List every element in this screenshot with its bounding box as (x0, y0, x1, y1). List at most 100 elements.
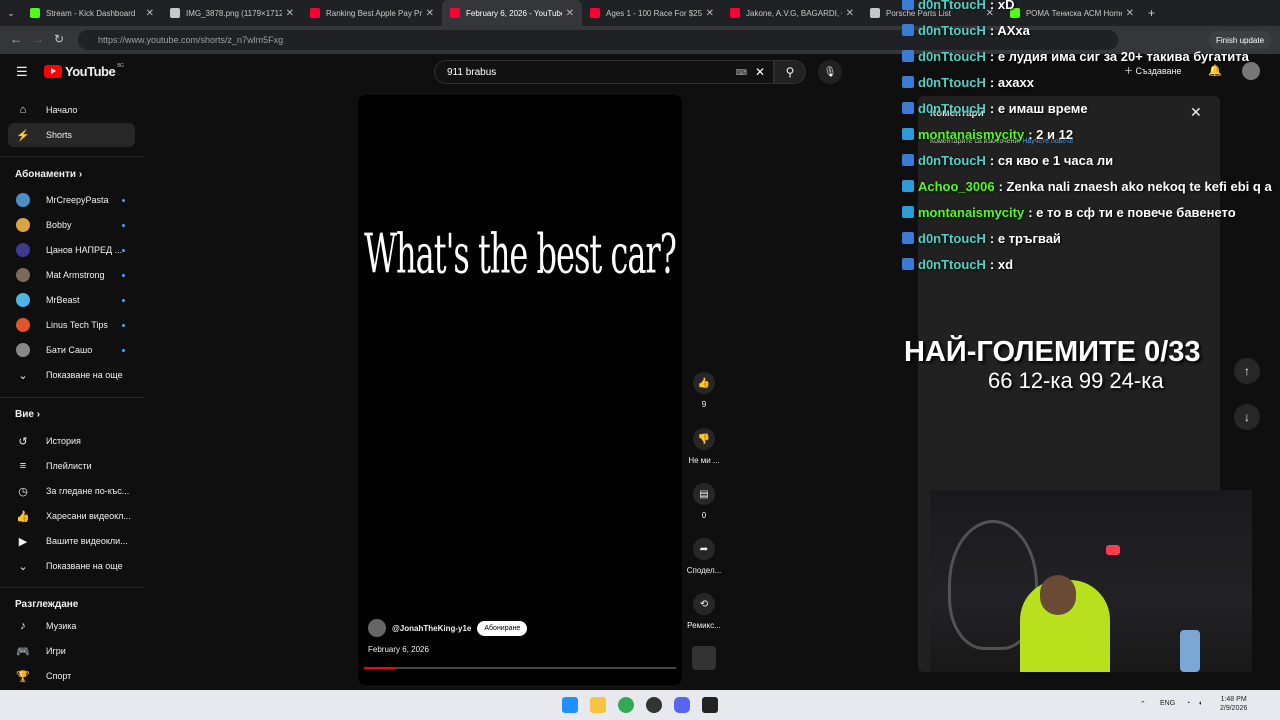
sidebar-item-subscription[interactable]: Bobby (8, 213, 135, 237)
terminal-icon[interactable] (702, 697, 718, 713)
comments-button[interactable]: ▤ 0 (684, 483, 724, 520)
remix-button[interactable]: ⟲ Ремикс... (684, 593, 724, 630)
show-more-you[interactable]: ⌄ Показване на още (8, 554, 135, 578)
channel-avatar (16, 318, 30, 332)
thumbs-down-icon: 👎 (693, 428, 715, 450)
chat-username: Achoo_3006 (918, 178, 995, 194)
subscriptions-header[interactable]: Абонаменти › (15, 169, 82, 180)
close-tab-icon[interactable]: ✕ (846, 8, 854, 19)
sidebar-item-you[interactable]: ◷ За гледане по-къс... (8, 479, 135, 503)
music-icon: ♪ (20, 620, 26, 632)
chat-message: montanaismycity: 2 и 12 (902, 122, 1073, 146)
youtube-logo[interactable]: YouTube BG (44, 63, 124, 79)
language-indicator[interactable]: ENG (1160, 700, 1175, 707)
sidebar-item-you[interactable]: ▶ Вашите видеокли... (8, 529, 135, 553)
windows-taskbar (0, 690, 1280, 720)
search-input[interactable]: 911 brabus ⌨ ✕ (434, 60, 774, 84)
close-tab-icon[interactable]: ✕ (426, 8, 434, 19)
browser-tab[interactable]: Stream - Kick Dashboard ✕ (22, 0, 162, 26)
browser-tab[interactable]: February 6, 2026 - YouTube ✕ (442, 0, 582, 26)
sidebar-item-subscription[interactable]: MrBeast (8, 288, 135, 312)
sidebar-item-shorts[interactable]: ⚡ Shorts (8, 123, 135, 147)
short-video-player[interactable]: What's the best car? @JonahTheKing-y1e А… (358, 95, 682, 685)
sidebar-item-subscription[interactable]: MrCreepyPasta (8, 188, 135, 212)
chat-text: : xd (989, 256, 1014, 272)
show-more-subscriptions[interactable]: ⌄ Показване на още (8, 363, 135, 387)
close-tab-icon[interactable]: ✕ (146, 8, 154, 19)
remix-label: Ремикс... (687, 621, 721, 630)
sidebar-label: История (46, 436, 81, 446)
sidebar-item-subscription[interactable]: Linus Tech Tips (8, 313, 135, 337)
chat-text: : ся кво е 1 часа ли (989, 152, 1114, 168)
file-explorer-icon[interactable] (590, 697, 606, 713)
browser-tab[interactable]: IMG_3878.png (1179×1712) ✕ (162, 0, 302, 26)
next-short-button[interactable]: ↓ (1234, 404, 1260, 430)
chat-message: Achoo_3006: Zenka nali znaesh ako nekoq … (902, 174, 1272, 198)
channel-name[interactable]: @JonahTheKing-y1e (392, 624, 471, 633)
voice-search-button[interactable]: 🎙 (818, 60, 842, 84)
back-icon[interactable]: ← (10, 32, 22, 46)
mic-icon: 🎙 (823, 66, 837, 78)
close-tab-icon[interactable]: ✕ (706, 8, 714, 19)
chevron-down-icon: ⌄ (18, 369, 28, 382)
sidebar-item-subscription[interactable]: Бати Сашо (8, 338, 135, 362)
sidebar-item-explore[interactable]: 🏆 Спорт (8, 664, 135, 688)
sidebar-item-you[interactable]: 👍 Харесани видеокл... (8, 504, 135, 528)
share-button[interactable]: ➦ Сподел... (684, 538, 724, 575)
tab-title: Stream - Kick Dashboard (46, 8, 136, 18)
you-header-label: Вие (15, 409, 34, 420)
youtube-play-icon (44, 65, 62, 78)
browser-tab[interactable]: Ages 1 - 100 Race For $250, ✕ (582, 0, 722, 26)
video-progress-bar[interactable] (364, 667, 676, 669)
you-header[interactable]: Вие › (15, 409, 40, 420)
forward-icon[interactable]: → (32, 32, 44, 46)
dislike-button[interactable]: 👎 Не ми ... (684, 428, 724, 465)
like-button[interactable]: 👍 9 (684, 372, 724, 409)
tab-search-icon[interactable]: ⌄ (0, 8, 22, 19)
chat-text: : Zenka nali znaesh ako nekoq te kefi eb… (998, 178, 1272, 194)
keyboard-icon[interactable]: ⌨ (735, 68, 747, 77)
sidebar-label: Shorts (46, 130, 73, 140)
chat-message-text: е то в сф ти е повече бавенето (1036, 204, 1236, 220)
close-tab-icon[interactable]: ✕ (286, 8, 294, 19)
clock[interactable]: 1:48 PM 2/9/2026 (1220, 695, 1247, 713)
sidebar-item-you[interactable]: ≡ Плейлисти (8, 454, 135, 478)
chat-message: d0nTtoucH: е лудия има сиг за 20+ такива… (902, 44, 1249, 68)
new-content-dot (122, 298, 125, 302)
sidebar-item-subscription[interactable]: Mat Armstrong (8, 263, 135, 287)
user-badge-icon (902, 102, 914, 114)
browser-tab[interactable]: Jakone, A.V.G, BAGARDI, Go ✕ (722, 0, 862, 26)
sidebar-item-you[interactable]: ↺ История (8, 429, 135, 453)
clear-search-icon[interactable]: ✕ (755, 65, 765, 79)
sidebar-item-home[interactable]: ⌂ Начало (8, 98, 135, 122)
arrow-down-icon: ↓ (1244, 410, 1250, 424)
start-icon[interactable] (562, 697, 578, 713)
discord-icon[interactable] (674, 697, 690, 713)
sidebar-item-subscription[interactable]: Цанов НАПРЕД ... (8, 238, 135, 262)
chat-message: d0nTtoucH: xD (902, 0, 1014, 16)
chat-text: : е то в сф ти е повече бавенето (1028, 204, 1236, 220)
sound-thumbnail[interactable] (684, 646, 724, 670)
chat-message-text: ся кво е 1 часа ли (997, 152, 1114, 168)
reload-icon[interactable]: ↻ (54, 32, 64, 46)
previous-short-button[interactable]: ↑ (1234, 358, 1260, 384)
volume-icon[interactable]: ◖ (1198, 700, 1202, 707)
tray-chevron-icon[interactable]: ⌃ (1140, 700, 1146, 708)
sidebar-item-explore[interactable]: 🎮 Игри (8, 639, 135, 663)
sidebar-label: Начало (46, 105, 78, 115)
browser-tab[interactable]: Ranking Best Apple Pay Pra ✕ (302, 0, 442, 26)
channel-avatar[interactable] (368, 619, 386, 637)
sidebar-item-explore[interactable]: ♪ Музика (8, 614, 135, 638)
sidebar-label: Mat Armstrong (46, 270, 105, 280)
close-tab-icon[interactable]: ✕ (566, 8, 574, 19)
arrow-up-icon: ↑ (1244, 364, 1250, 378)
channel-info: @JonahTheKing-y1e Абониране (368, 619, 528, 637)
comment-count: 0 (701, 511, 707, 520)
channel-avatar (16, 218, 30, 232)
chrome-icon[interactable] (618, 697, 634, 713)
subscribe-button[interactable]: Абониране (477, 620, 528, 636)
menu-icon[interactable]: ☰ (16, 64, 28, 80)
search-button[interactable]: ⚲ (774, 60, 806, 84)
network-icon[interactable]: ◔ (1186, 700, 1190, 707)
obs-icon[interactable] (646, 697, 662, 713)
